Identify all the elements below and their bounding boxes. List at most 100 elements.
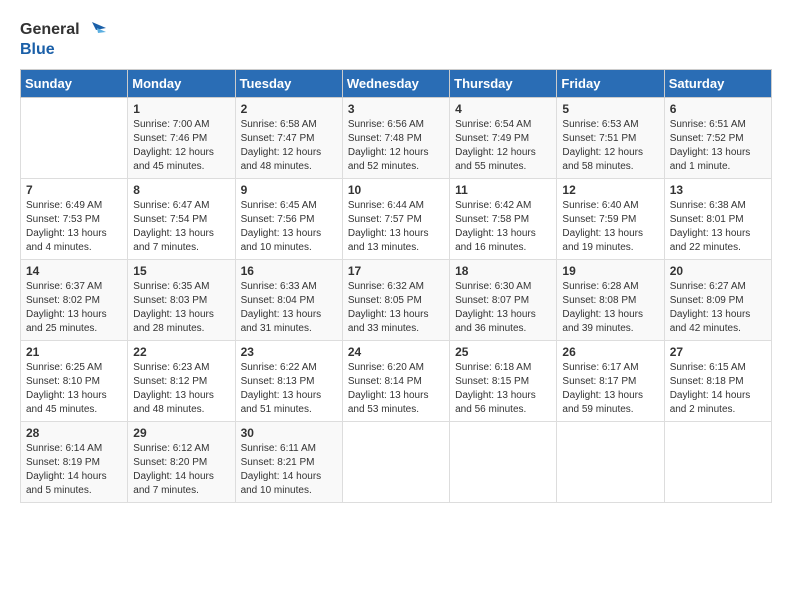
calendar-cell: 14 Sunrise: 6:37 AM Sunset: 8:02 PM Dayli… [21, 260, 128, 341]
calendar-cell [342, 422, 449, 503]
calendar-header-row: SundayMondayTuesdayWednesdayThursdayFrid… [21, 70, 772, 98]
cell-text: Sunrise: 6:35 AM Sunset: 8:03 PM Dayligh… [133, 280, 229, 336]
day-number: 16 [241, 264, 337, 278]
day-number: 20 [670, 264, 766, 278]
day-number: 13 [670, 183, 766, 197]
calendar-cell: 21Sunrise: 6:25 AM Sunset: 8:10 PM Dayli… [21, 341, 128, 422]
cell-text: Sunrise: 6:51 AM Sunset: 7:52 PM Dayligh… [670, 118, 766, 174]
logo-bird-icon [82, 20, 106, 40]
calendar-cell: 23 Sunrise: 6:22 AM Sunset: 8:13 PM Dayli… [235, 341, 342, 422]
cell-text: Sunrise: 6:17 AM Sunset: 8:17 PM Dayligh… [562, 361, 658, 417]
calendar-cell [450, 422, 557, 503]
calendar-cell: 13 Sunrise: 6:38 AM Sunset: 8:01 PM Dayli… [664, 179, 771, 260]
calendar-week-1: 1 Sunrise: 7:00 AM Sunset: 7:46 PM Daylig… [21, 98, 772, 179]
cell-text: Sunrise: 6:38 AM Sunset: 8:01 PM Dayligh… [670, 199, 766, 255]
day-number: 23 [241, 345, 337, 359]
day-number: 6 [670, 102, 766, 116]
cell-text: Sunrise: 6:56 AM Sunset: 7:48 PM Dayligh… [348, 118, 444, 174]
day-number: 28 [26, 426, 122, 440]
logo-general: General [20, 20, 80, 39]
day-number: 22 [133, 345, 229, 359]
column-header-wednesday: Wednesday [342, 70, 449, 98]
day-number: 5 [562, 102, 658, 116]
column-header-sunday: Sunday [21, 70, 128, 98]
calendar-cell: 29 Sunrise: 6:12 AM Sunset: 8:20 PM Dayli… [128, 422, 235, 503]
cell-text: Sunrise: 6:54 AM Sunset: 7:49 PM Dayligh… [455, 118, 551, 174]
day-number: 1 [133, 102, 229, 116]
column-header-thursday: Thursday [450, 70, 557, 98]
cell-text: Sunrise: 6:40 AM Sunset: 7:59 PM Dayligh… [562, 199, 658, 255]
cell-text: Sunrise: 6:23 AM Sunset: 8:12 PM Dayligh… [133, 361, 229, 417]
calendar-cell: 25Sunrise: 6:18 AM Sunset: 8:15 PM Dayli… [450, 341, 557, 422]
calendar-cell [664, 422, 771, 503]
calendar-cell: 26 Sunrise: 6:17 AM Sunset: 8:17 PM Dayli… [557, 341, 664, 422]
cell-text: Sunrise: 6:15 AM Sunset: 8:18 PM Dayligh… [670, 361, 766, 417]
logo-wordmark: General Blue [20, 20, 106, 59]
calendar-cell: 7 Sunrise: 6:49 AM Sunset: 7:53 PM Daylig… [21, 179, 128, 260]
cell-text: Sunrise: 6:27 AM Sunset: 8:09 PM Dayligh… [670, 280, 766, 336]
calendar-cell: 16 Sunrise: 6:33 AM Sunset: 8:04 PM Dayli… [235, 260, 342, 341]
day-number: 24 [348, 345, 444, 359]
cell-text: Sunrise: 6:11 AM Sunset: 8:21 PM Dayligh… [241, 442, 337, 498]
day-number: 17 [348, 264, 444, 278]
cell-text: Sunrise: 6:44 AM Sunset: 7:57 PM Dayligh… [348, 199, 444, 255]
calendar-week-5: 28 Sunrise: 6:14 AM Sunset: 8:19 PM Dayli… [21, 422, 772, 503]
day-number: 8 [133, 183, 229, 197]
calendar-week-3: 14 Sunrise: 6:37 AM Sunset: 8:02 PM Dayli… [21, 260, 772, 341]
column-header-monday: Monday [128, 70, 235, 98]
day-number: 2 [241, 102, 337, 116]
calendar-cell: 2 Sunrise: 6:58 AM Sunset: 7:47 PM Daylig… [235, 98, 342, 179]
calendar-cell: 18Sunrise: 6:30 AM Sunset: 8:07 PM Dayli… [450, 260, 557, 341]
page-header: General Blue [20, 20, 772, 59]
cell-text: Sunrise: 6:42 AM Sunset: 7:58 PM Dayligh… [455, 199, 551, 255]
day-number: 14 [26, 264, 122, 278]
cell-text: Sunrise: 6:18 AM Sunset: 8:15 PM Dayligh… [455, 361, 551, 417]
day-number: 10 [348, 183, 444, 197]
day-number: 11 [455, 183, 551, 197]
cell-text: Sunrise: 6:25 AM Sunset: 8:10 PM Dayligh… [26, 361, 122, 417]
day-number: 9 [241, 183, 337, 197]
calendar-cell: 1 Sunrise: 7:00 AM Sunset: 7:46 PM Daylig… [128, 98, 235, 179]
calendar-week-4: 21Sunrise: 6:25 AM Sunset: 8:10 PM Dayli… [21, 341, 772, 422]
calendar-cell: 17 Sunrise: 6:32 AM Sunset: 8:05 PM Dayli… [342, 260, 449, 341]
calendar-cell: 6 Sunrise: 6:51 AM Sunset: 7:52 PM Daylig… [664, 98, 771, 179]
calendar-cell: 4 Sunrise: 6:54 AM Sunset: 7:49 PM Daylig… [450, 98, 557, 179]
calendar-cell [21, 98, 128, 179]
day-number: 3 [348, 102, 444, 116]
column-header-friday: Friday [557, 70, 664, 98]
calendar-cell: 11 Sunrise: 6:42 AM Sunset: 7:58 PM Dayli… [450, 179, 557, 260]
day-number: 19 [562, 264, 658, 278]
day-number: 18 [455, 264, 551, 278]
calendar-cell: 20 Sunrise: 6:27 AM Sunset: 8:09 PM Dayli… [664, 260, 771, 341]
calendar-cell: 28 Sunrise: 6:14 AM Sunset: 8:19 PM Dayli… [21, 422, 128, 503]
cell-text: Sunrise: 6:14 AM Sunset: 8:19 PM Dayligh… [26, 442, 122, 498]
cell-text: Sunrise: 7:00 AM Sunset: 7:46 PM Dayligh… [133, 118, 229, 174]
cell-text: Sunrise: 6:47 AM Sunset: 7:54 PM Dayligh… [133, 199, 229, 255]
day-number: 12 [562, 183, 658, 197]
cell-text: Sunrise: 6:12 AM Sunset: 8:20 PM Dayligh… [133, 442, 229, 498]
column-header-tuesday: Tuesday [235, 70, 342, 98]
calendar-cell: 5 Sunrise: 6:53 AM Sunset: 7:51 PM Daylig… [557, 98, 664, 179]
calendar-cell: 27Sunrise: 6:15 AM Sunset: 8:18 PM Dayli… [664, 341, 771, 422]
cell-text: Sunrise: 6:58 AM Sunset: 7:47 PM Dayligh… [241, 118, 337, 174]
calendar-cell: 22 Sunrise: 6:23 AM Sunset: 8:12 PM Dayli… [128, 341, 235, 422]
calendar-week-2: 7 Sunrise: 6:49 AM Sunset: 7:53 PM Daylig… [21, 179, 772, 260]
cell-text: Sunrise: 6:53 AM Sunset: 7:51 PM Dayligh… [562, 118, 658, 174]
cell-text: Sunrise: 6:33 AM Sunset: 8:04 PM Dayligh… [241, 280, 337, 336]
day-number: 15 [133, 264, 229, 278]
cell-text: Sunrise: 6:22 AM Sunset: 8:13 PM Dayligh… [241, 361, 337, 417]
calendar-cell: 8 Sunrise: 6:47 AM Sunset: 7:54 PM Daylig… [128, 179, 235, 260]
cell-text: Sunrise: 6:20 AM Sunset: 8:14 PM Dayligh… [348, 361, 444, 417]
day-number: 7 [26, 183, 122, 197]
day-number: 26 [562, 345, 658, 359]
cell-text: Sunrise: 6:32 AM Sunset: 8:05 PM Dayligh… [348, 280, 444, 336]
day-number: 29 [133, 426, 229, 440]
calendar-cell: 9 Sunrise: 6:45 AM Sunset: 7:56 PM Daylig… [235, 179, 342, 260]
cell-text: Sunrise: 6:45 AM Sunset: 7:56 PM Dayligh… [241, 199, 337, 255]
cell-text: Sunrise: 6:28 AM Sunset: 8:08 PM Dayligh… [562, 280, 658, 336]
calendar-cell: 3 Sunrise: 6:56 AM Sunset: 7:48 PM Daylig… [342, 98, 449, 179]
cell-text: Sunrise: 6:37 AM Sunset: 8:02 PM Dayligh… [26, 280, 122, 336]
day-number: 4 [455, 102, 551, 116]
cell-text: Sunrise: 6:49 AM Sunset: 7:53 PM Dayligh… [26, 199, 122, 255]
logo-blue: Blue [20, 40, 55, 59]
